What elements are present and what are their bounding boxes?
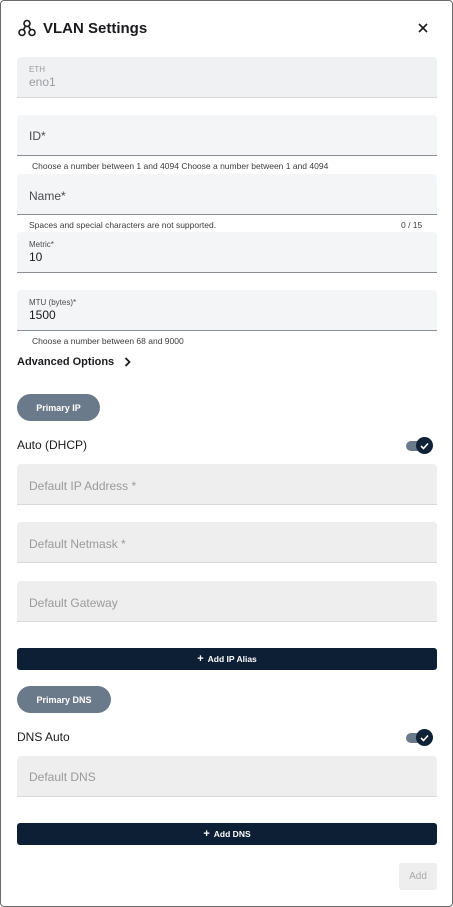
vlan-settings-dialog: VLAN Settings ETH eno1 ID* Choose a numb…: [0, 0, 453, 907]
close-button[interactable]: [413, 18, 433, 38]
dns-auto-label: DNS Auto: [17, 730, 70, 744]
eth-value: eno1: [29, 75, 56, 89]
default-gateway-input[interactable]: Default Gateway: [17, 581, 437, 622]
default-ip-placeholder: Default IP Address *: [29, 479, 137, 493]
auto-dhcp-toggle[interactable]: [405, 437, 433, 455]
metric-input[interactable]: Metric* 10: [17, 232, 437, 273]
name-placeholder: Name*: [29, 189, 66, 203]
mtu-value: 1500: [29, 308, 56, 322]
check-icon: [420, 734, 429, 742]
eth-label: ETH: [29, 65, 45, 74]
plus-icon: +: [197, 652, 204, 665]
plus-icon: +: [203, 827, 210, 840]
mtu-input[interactable]: MTU (bytes)* 1500: [17, 290, 437, 331]
default-ip-input[interactable]: Default IP Address *: [17, 464, 437, 505]
chevron-right-icon: [125, 357, 131, 367]
name-input[interactable]: Name*: [17, 174, 437, 215]
dialog-title: VLAN Settings: [43, 20, 148, 37]
default-netmask-placeholder: Default Netmask *: [29, 537, 126, 551]
id-input[interactable]: ID*: [17, 115, 437, 156]
add-button[interactable]: Add: [399, 863, 437, 890]
metric-value: 10: [29, 250, 43, 264]
default-dns-placeholder: Default DNS: [29, 770, 96, 784]
default-dns-input[interactable]: Default DNS: [17, 756, 437, 797]
id-placeholder: ID*: [29, 129, 46, 143]
advanced-options-label: Advanced Options: [17, 356, 115, 368]
name-counter: 0 / 15: [401, 220, 423, 230]
default-netmask-input[interactable]: Default Netmask *: [17, 522, 437, 563]
check-icon: [420, 442, 429, 450]
default-gateway-placeholder: Default Gateway: [29, 596, 118, 610]
mtu-label: MTU (bytes)*: [29, 298, 77, 307]
id-hint: Choose a number between 1 and 4094 Choos…: [32, 161, 329, 171]
metric-label: Metric*: [29, 240, 54, 249]
advanced-options-toggle[interactable]: Advanced Options: [17, 356, 131, 368]
add-ip-alias-button[interactable]: + Add IP Alias: [17, 648, 437, 670]
network-icon: [18, 19, 36, 37]
primary-dns-chip[interactable]: Primary DNS: [17, 686, 111, 713]
mtu-hint: Choose a number between 68 and 9000: [32, 336, 184, 346]
name-hint: Spaces and special characters are not su…: [29, 220, 217, 230]
close-icon: [418, 23, 428, 33]
dns-auto-toggle[interactable]: [405, 729, 433, 747]
add-ip-alias-label: Add IP Alias: [207, 654, 257, 664]
add-dns-label: Add DNS: [213, 829, 251, 839]
auto-dhcp-label: Auto (DHCP): [17, 438, 88, 452]
eth-field: ETH eno1: [17, 57, 437, 98]
primary-ip-chip[interactable]: Primary IP: [17, 394, 100, 421]
add-dns-button[interactable]: + Add DNS: [17, 823, 437, 845]
